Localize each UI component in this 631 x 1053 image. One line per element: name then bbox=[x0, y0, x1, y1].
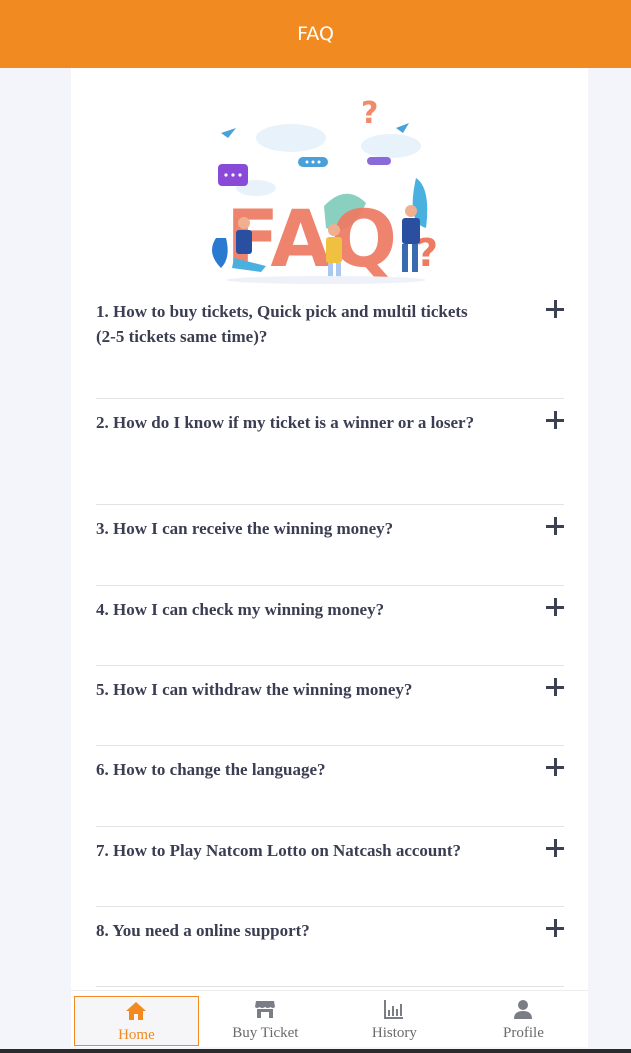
faq-card: ? FAQ ? 1. How to buy tickets, Quick pic… bbox=[71, 68, 588, 990]
faq-item[interactable]: 1. How to buy tickets, Quick pick and mu… bbox=[96, 288, 564, 399]
home-icon bbox=[126, 1002, 147, 1020]
nav-buy-ticket[interactable]: Buy Ticket bbox=[201, 991, 330, 1048]
faq-list: 1. How to buy tickets, Quick pick and mu… bbox=[96, 288, 564, 987]
faq-question: 4. How I can check my winning money? bbox=[96, 600, 385, 619]
faq-question: 1. How to buy tickets, Quick pick and mu… bbox=[96, 302, 468, 346]
faq-question: 2. How do I know if my ticket is a winne… bbox=[96, 413, 475, 432]
user-icon bbox=[514, 1000, 533, 1019]
nav-home[interactable]: Home bbox=[74, 996, 199, 1046]
svg-text:?: ? bbox=[361, 96, 378, 131]
faq-item[interactable]: 8. You need a online support? bbox=[96, 907, 564, 987]
chart-icon bbox=[384, 1000, 404, 1019]
plus-icon[interactable] bbox=[546, 300, 564, 318]
plus-icon[interactable] bbox=[546, 598, 564, 616]
faq-question: 5. How I can withdraw the winning money? bbox=[96, 680, 413, 699]
header-bar: FAQ bbox=[0, 0, 631, 68]
faq-question: 3. How I can receive the winning money? bbox=[96, 519, 394, 538]
nav-label: Home bbox=[118, 1027, 155, 1043]
faq-item[interactable]: 6. How to change the language? bbox=[96, 746, 564, 827]
faq-item[interactable]: 4. How I can check my winning money? bbox=[96, 586, 564, 666]
faq-question: 7. How to Play Natcom Lotto on Natcash a… bbox=[96, 841, 461, 860]
faq-hero-illustration: ? FAQ ? bbox=[212, 96, 438, 285]
faq-item[interactable]: 2. How do I know if my ticket is a winne… bbox=[96, 399, 564, 505]
store-icon bbox=[255, 1001, 276, 1018]
plus-icon[interactable] bbox=[546, 839, 564, 857]
plus-icon[interactable] bbox=[546, 517, 564, 535]
faq-item[interactable]: 5. How I can withdraw the winning money? bbox=[96, 666, 564, 746]
nav-label: History bbox=[371, 1025, 417, 1041]
faq-item[interactable]: 7. How to Play Natcom Lotto on Natcash a… bbox=[96, 827, 564, 907]
plus-icon[interactable] bbox=[546, 758, 564, 776]
faq-item[interactable]: 3. How I can receive the winning money? bbox=[96, 505, 564, 586]
nav-label: Profile bbox=[503, 1025, 544, 1041]
plus-icon[interactable] bbox=[546, 411, 564, 429]
plus-icon[interactable] bbox=[546, 919, 564, 937]
page-title: FAQ bbox=[297, 23, 334, 45]
bottom-edge bbox=[0, 1049, 631, 1053]
faq-question: 6. How to change the language? bbox=[96, 760, 326, 779]
nav-history[interactable]: History bbox=[330, 991, 459, 1048]
nav-profile[interactable]: Profile bbox=[459, 991, 588, 1048]
nav-label: Buy Ticket bbox=[232, 1025, 299, 1041]
bottom-nav: Home Buy Ticket History Profile bbox=[71, 990, 588, 1047]
plus-icon[interactable] bbox=[546, 678, 564, 696]
faq-question: 8. You need a online support? bbox=[96, 921, 310, 940]
